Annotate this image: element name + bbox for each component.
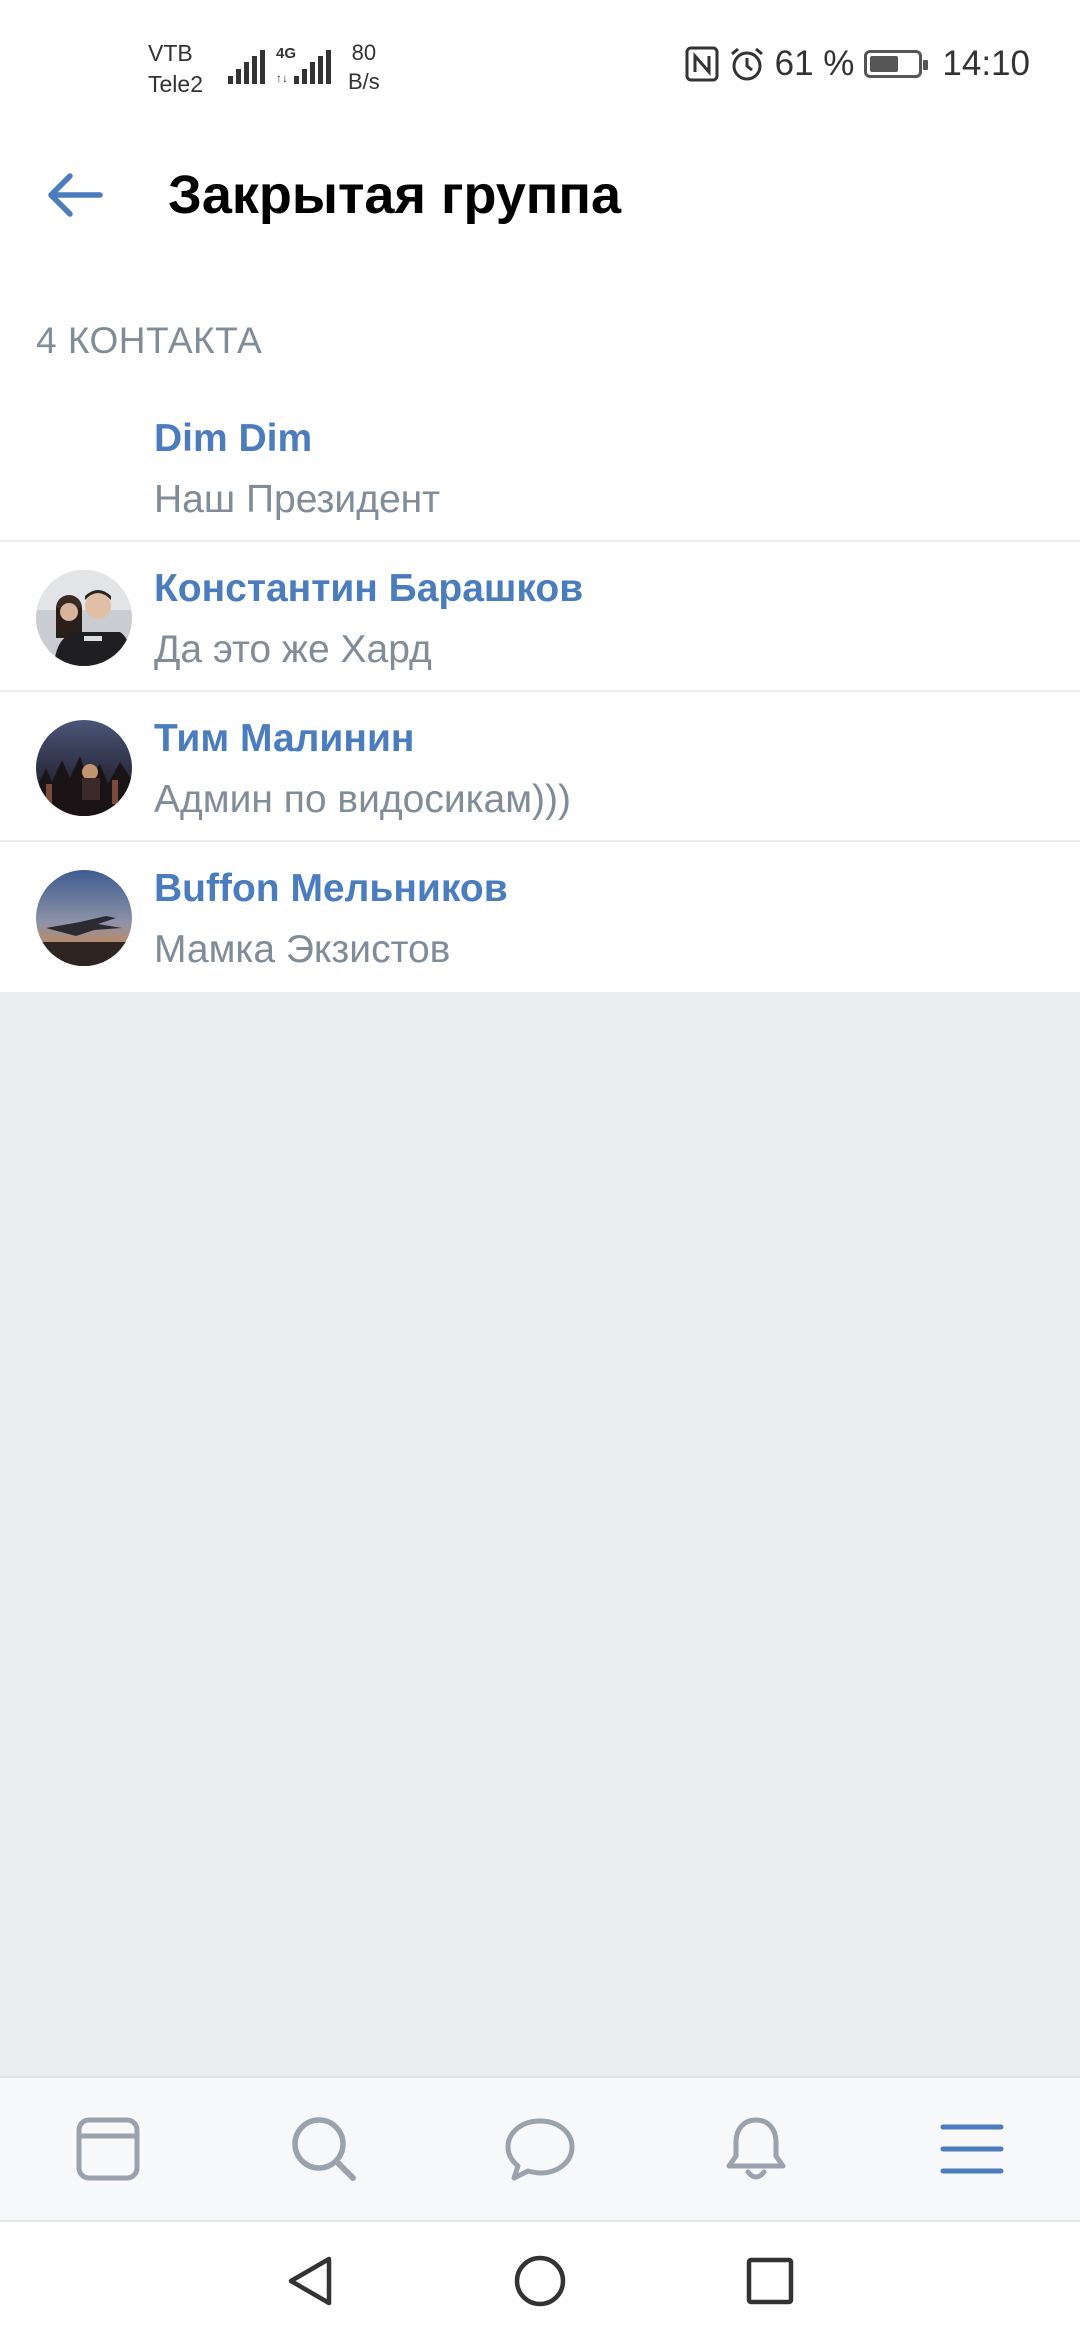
contact-subtitle: Да это же Хард [154, 628, 432, 671]
contact-row[interactable]: Dim Dim Наш Президент [0, 392, 1080, 542]
battery-percent: 61 % [774, 44, 855, 83]
contacts-section: 4 КОНТАКТА Dim Dim Наш Президент Констан… [0, 260, 1080, 992]
tab-messages[interactable] [432, 2078, 648, 2220]
contact-name: Константин Барашков [154, 567, 584, 610]
contact-row[interactable]: Тим Малинин Админ по видосикам))) [0, 692, 1080, 842]
page-title: Закрытая группа [168, 165, 622, 225]
search-icon [292, 2117, 356, 2181]
messages-icon [505, 2118, 575, 2181]
battery-fill [870, 56, 899, 72]
signal-4g-icon: ↑↓ [276, 50, 331, 84]
carrier-1: VTB [148, 40, 193, 66]
news-feed-icon [76, 2117, 140, 2181]
screen: VTB Tele2 4G ↑↓ 80 B/s 61 % 14:10 Закрыт… [0, 0, 1080, 2340]
nfc-icon [685, 46, 719, 82]
menu-icon [940, 2124, 1004, 2174]
contact-name: Dim Dim [154, 417, 313, 460]
battery-icon [864, 50, 929, 78]
app-header: Закрытая группа [0, 130, 1080, 260]
system-home-button[interactable] [500, 2241, 580, 2321]
network-speed: 80 B/s [348, 38, 380, 96]
tab-menu[interactable] [864, 2078, 1080, 2220]
contact-subtitle: Наш Президент [154, 478, 441, 521]
tab-search[interactable] [216, 2078, 432, 2220]
svg-text:↑↓: ↑↓ [276, 71, 288, 84]
contact-name: Buffon Мельников [154, 867, 508, 910]
avatar[interactable] [36, 570, 132, 666]
back-button[interactable] [34, 155, 114, 235]
clock: 14:10 [942, 44, 1030, 83]
alarm-icon [730, 47, 763, 81]
tab-notifications[interactable] [648, 2078, 864, 2220]
contact-row[interactable]: Константин Барашков Да это же Хард [0, 542, 1080, 692]
contact-subtitle: Админ по видосикам))) [154, 778, 572, 821]
system-recents-button[interactable] [730, 2241, 810, 2321]
square-recents-icon [746, 2257, 794, 2305]
triangle-back-icon [288, 2256, 332, 2306]
contact-subtitle: Мамка Экзистов [154, 928, 451, 971]
avatar[interactable] [36, 870, 132, 966]
status-bar: VTB Tele2 4G ↑↓ 80 B/s 61 % 14:10 [0, 0, 1080, 130]
network-speed-unit: B/s [348, 69, 380, 94]
system-back-button[interactable] [270, 2241, 350, 2321]
contact-row[interactable]: Buffon Мельников Мамка Экзистов [0, 842, 1080, 992]
back-arrow-icon [48, 173, 103, 217]
circle-home-icon [514, 2255, 566, 2307]
carrier-labels: VTB Tele2 [148, 38, 203, 100]
bottom-tab-bar [0, 2076, 1080, 2220]
contact-name: Тим Малинин [154, 717, 415, 760]
tab-news[interactable] [0, 2078, 216, 2220]
system-navigation-bar [0, 2220, 1080, 2340]
status-icons: 61 % 14:10 [685, 44, 1030, 84]
avatar[interactable] [36, 720, 132, 816]
notifications-bell-icon [726, 2117, 786, 2180]
contacts-count-header: 4 КОНТАКТА [36, 320, 263, 361]
signal-icon [228, 50, 265, 84]
carrier-2: Tele2 [148, 71, 203, 97]
network-speed-value: 80 [351, 40, 377, 65]
